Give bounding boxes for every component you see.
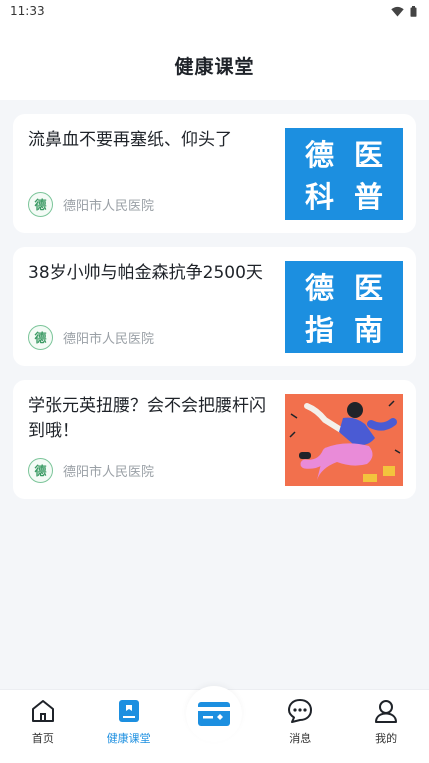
thumb-char: 南	[353, 313, 383, 347]
book-icon	[118, 700, 139, 722]
article-title: 流鼻血不要再塞纸、仰头了	[28, 130, 232, 150]
page-title: 健康课堂	[174, 55, 255, 78]
dancing-person-illustration	[285, 394, 403, 486]
article-card[interactable]: 38岁小帅与帕金森抗争2500天 德 德阳市人民医院 德 医 指 南	[13, 247, 416, 366]
tab-messages-label: 消息	[289, 732, 312, 745]
status-bar: 11:33	[0, 0, 429, 22]
thumb-char: 德	[304, 138, 334, 172]
hospital-logo-icon: 德	[28, 458, 53, 483]
user-icon	[375, 700, 398, 723]
bottom-tabbar: 首页 健康课堂 消息 我的	[0, 686, 429, 763]
article-thumbnail: 德 医 科 普	[285, 128, 403, 220]
article-card[interactable]: 学张元英扭腰？会不会把腰杆闪到哦！ 德 德阳市人民医院	[13, 380, 416, 499]
tab-health[interactable]: 健康课堂	[89, 698, 169, 746]
tab-card[interactable]	[186, 686, 243, 742]
article-card[interactable]: 流鼻血不要再塞纸、仰头了 德 德阳市人民医院 德 医 科 普	[13, 114, 416, 233]
source-name: 德阳市人民医院	[63, 465, 155, 480]
thumb-char: 医	[353, 271, 383, 305]
article-source: 德 德阳市人民医院	[28, 192, 154, 217]
thumb-char: 指	[304, 313, 334, 347]
thumb-char: 普	[353, 180, 383, 214]
thumb-char: 德	[304, 271, 334, 305]
article-source: 德 德阳市人民医院	[28, 325, 154, 350]
home-icon	[31, 700, 54, 722]
source-name: 德阳市人民医院	[63, 332, 155, 347]
thumb-char: 医	[353, 138, 383, 172]
wifi-icon	[391, 6, 404, 16]
article-thumbnail: 德 医 指 南	[285, 261, 403, 353]
source-name: 德阳市人民医院	[63, 199, 155, 214]
article-list: 流鼻血不要再塞纸、仰头了 德 德阳市人民医院 德 医 科 普 38岁小帅与帕金森…	[13, 114, 416, 513]
hospital-logo-icon: 德	[28, 325, 53, 350]
tab-messages[interactable]: 消息	[260, 698, 340, 746]
page-header: 健康课堂	[0, 22, 429, 100]
card-icon	[198, 702, 231, 726]
tab-mine-label: 我的	[375, 732, 398, 745]
chat-bubble-icon	[288, 699, 313, 723]
article-source: 德 德阳市人民医院	[28, 458, 154, 483]
article-thumbnail	[285, 394, 403, 486]
tab-home-label: 首页	[31, 732, 54, 745]
article-title: 学张元英扭腰？会不会把腰杆闪到哦！	[28, 396, 266, 441]
tab-health-label: 健康课堂	[106, 732, 151, 745]
hospital-logo-icon: 德	[28, 192, 53, 217]
article-title: 38岁小帅与帕金森抗争2500天	[28, 263, 263, 283]
thumb-char: 科	[304, 180, 334, 214]
battery-icon	[410, 5, 417, 17]
status-time: 11:33	[10, 4, 45, 18]
tab-home[interactable]: 首页	[3, 698, 83, 746]
tab-mine[interactable]: 我的	[346, 698, 426, 746]
